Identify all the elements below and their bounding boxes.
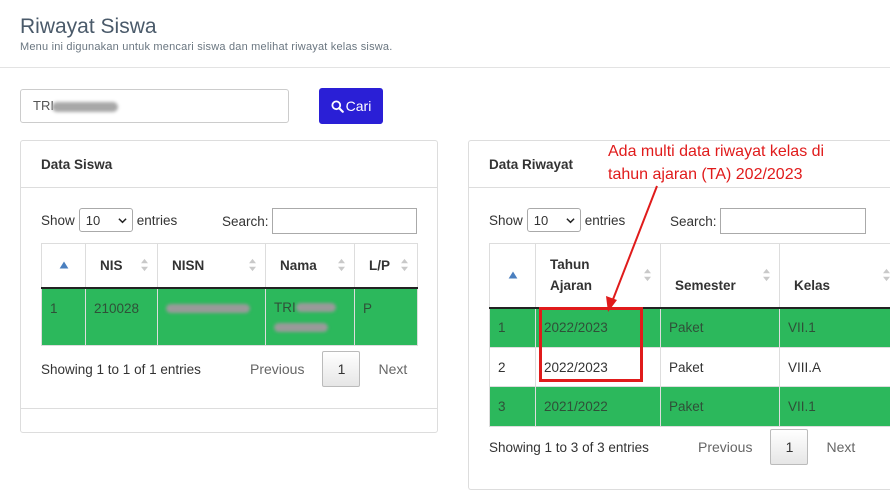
- show-label: Show: [489, 212, 523, 228]
- page-subtitle: Menu ini digunakan untuk mencari siswa d…: [20, 41, 393, 53]
- cell-semester: Paket: [660, 347, 780, 387]
- entries-label: entries: [136, 212, 178, 228]
- cell-nis: 210028: [85, 287, 158, 346]
- table-row[interactable]: 1 210028 TRI P: [41, 287, 418, 346]
- column-header-nisn[interactable]: NISN: [157, 243, 266, 289]
- chevron-down-icon: [118, 217, 127, 223]
- column-header-nis[interactable]: NIS: [85, 243, 158, 289]
- entries-select[interactable]: 10: [526, 208, 581, 232]
- search-icon: [331, 99, 344, 113]
- show-label: Show: [41, 212, 75, 228]
- cell-kelas: VII.1: [779, 386, 890, 427]
- data-riwayat-panel: Data Riwayat Show 10 entries Search: Tah…: [468, 140, 890, 490]
- column-header-nama[interactable]: Nama: [265, 243, 355, 289]
- sort-icon: [763, 269, 770, 282]
- redacted-text: [51, 101, 118, 112]
- table-search-input[interactable]: [720, 208, 866, 234]
- cari-button[interactable]: Cari: [319, 88, 383, 124]
- data-siswa-panel: Data Siswa Show 10 entries Search: NIS N…: [20, 140, 438, 433]
- search-input-value: TRI: [33, 98, 54, 113]
- table-header-row: NIS NISN Nama L/P: [41, 243, 418, 289]
- previous-page-link[interactable]: Previous: [250, 361, 304, 377]
- page-title: Riwayat Siswa: [20, 15, 157, 38]
- cell-nama-text: TRI: [274, 299, 296, 315]
- redacted-text: [166, 304, 250, 314]
- table-row[interactable]: 3 2021/2022 Paket VII.1: [489, 386, 890, 427]
- sort-icon: [338, 259, 345, 272]
- cell-lp: P: [354, 287, 418, 346]
- page-1-button[interactable]: 1: [770, 429, 809, 465]
- chevron-down-icon: [566, 217, 575, 223]
- panel-title: Data Riwayat: [489, 157, 574, 172]
- page-header: Riwayat Siswa Menu ini digunakan untuk m…: [0, 0, 890, 68]
- sort-icon: [249, 259, 256, 272]
- column-header-kelas[interactable]: Kelas: [779, 243, 890, 309]
- pagination: Previous 1 Next: [698, 429, 855, 465]
- entries-select-value: 10: [85, 212, 101, 228]
- student-search-input[interactable]: TRI: [20, 89, 289, 123]
- column-header-no[interactable]: [489, 243, 536, 309]
- cell-no: 2: [489, 347, 536, 387]
- next-page-link[interactable]: Next: [826, 439, 855, 455]
- cell-tahun-ajaran: 2021/2022: [535, 386, 661, 427]
- page-1-button[interactable]: 1: [322, 351, 361, 387]
- previous-page-link[interactable]: Previous: [698, 439, 752, 455]
- cari-button-label: Cari: [345, 98, 372, 114]
- sort-asc-icon: [59, 261, 68, 269]
- cell-kelas: VII.1: [779, 307, 890, 348]
- cell-kelas: VIII.A: [779, 347, 890, 387]
- sort-asc-icon: [508, 271, 517, 279]
- next-page-link[interactable]: Next: [378, 361, 407, 377]
- column-header-lp[interactable]: L/P: [354, 243, 418, 289]
- table-search-label: Search:: [670, 214, 717, 229]
- annotation-highlight-box: [539, 307, 643, 382]
- entries-select-value: 10: [533, 212, 549, 228]
- cell-nisn: [157, 287, 266, 346]
- annotation-arrow-icon: [606, 185, 658, 312]
- column-header-no[interactable]: [41, 243, 86, 289]
- panel-heading: Data Siswa: [21, 141, 437, 188]
- cell-no: 3: [489, 386, 536, 427]
- cell-no: 1: [489, 307, 536, 348]
- table-search-input[interactable]: [272, 208, 417, 234]
- data-siswa-table: NIS NISN Nama L/P 1 210028 TRI P: [41, 243, 418, 346]
- table-search-label: Search:: [222, 214, 269, 229]
- sort-icon: [883, 269, 890, 282]
- table-info: Showing 1 to 1 of 1 entries: [41, 362, 201, 377]
- entries-length-control: Show 10 entries: [41, 208, 177, 232]
- sort-icon: [141, 259, 148, 272]
- redacted-text: [295, 303, 336, 313]
- pagination: Previous 1 Next: [250, 351, 407, 387]
- panel-title: Data Siswa: [41, 157, 113, 172]
- cell-semester: Paket: [660, 386, 780, 427]
- cell-nama: TRI: [265, 287, 355, 346]
- table-info: Showing 1 to 3 of 3 entries: [489, 440, 649, 455]
- entries-select[interactable]: 10: [78, 208, 133, 232]
- redacted-text: [274, 323, 328, 333]
- panel-footer: [21, 408, 437, 409]
- table-header-row: Tahun Ajaran Semester Kelas: [489, 243, 890, 309]
- sort-icon: [401, 259, 408, 272]
- cell-no: 1: [41, 287, 86, 346]
- cell-semester: Paket: [660, 307, 780, 348]
- column-header-semester[interactable]: Semester: [660, 243, 780, 309]
